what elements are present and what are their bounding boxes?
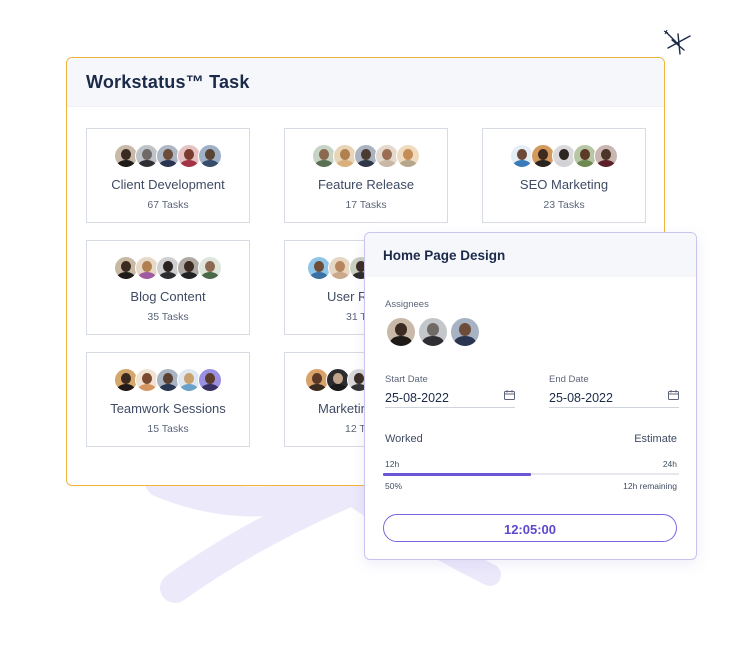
end-date-value[interactable]: 25-08-2022 — [549, 391, 679, 405]
progress-bar — [383, 472, 679, 476]
sparkle-icon — [663, 29, 691, 55]
card-task-count: 23 Tasks — [543, 199, 585, 211]
avatar[interactable] — [418, 317, 448, 347]
start-date-field[interactable]: Start Date 25-08-2022 — [385, 374, 515, 408]
card-avatars — [285, 144, 447, 168]
estimate-hours: 24h — [662, 459, 677, 469]
estimate-label: Estimate — [634, 433, 677, 445]
progress-fill — [383, 472, 531, 476]
card-avatars — [87, 144, 249, 168]
task-card-seo-marketing[interactable]: SEO Marketing 23 Tasks — [482, 128, 646, 223]
card-avatars — [483, 144, 645, 168]
assignee-avatars — [384, 317, 480, 347]
avatar[interactable] — [450, 317, 480, 347]
card-name: Feature Release — [317, 177, 415, 192]
card-name: Blog Content — [130, 289, 206, 304]
task-card-blog-content[interactable]: Blog Content 35 Tasks — [86, 240, 250, 335]
card-task-count: 35 Tasks — [147, 311, 189, 323]
popup-header: Home Page Design — [365, 233, 696, 277]
avatar — [198, 144, 222, 168]
avatar — [396, 144, 420, 168]
worked-label: Worked — [385, 433, 423, 445]
card-name: Teamwork Sessions — [110, 401, 226, 416]
remaining-hours: 12h remaining — [623, 481, 677, 491]
task-detail-popup: Home Page Design Assignees Start Date 25… — [364, 232, 697, 560]
calendar-icon[interactable] — [668, 390, 679, 400]
card-task-count: 67 Tasks — [147, 199, 189, 211]
avatar — [198, 256, 222, 280]
task-card-teamwork-sessions[interactable]: Teamwork Sessions 15 Tasks — [86, 352, 250, 447]
start-date-label: Start Date — [385, 374, 428, 385]
card-name: Client Development — [111, 177, 225, 192]
end-date-field[interactable]: End Date 25-08-2022 — [549, 374, 679, 408]
card-task-count: 15 Tasks — [147, 423, 189, 435]
start-date-value[interactable]: 25-08-2022 — [385, 391, 515, 405]
worked-hours: 12h — [385, 459, 400, 469]
task-card-client-development[interactable]: Client Development 67 Tasks — [86, 128, 250, 223]
progress-percent: 50% — [385, 481, 403, 491]
card-task-count: 17 Tasks — [345, 199, 387, 211]
avatar[interactable] — [386, 317, 416, 347]
popup-title: Home Page Design — [383, 247, 506, 263]
task-panel-title: Workstatus™ Task — [86, 71, 250, 92]
card-avatars — [87, 256, 249, 280]
card-name: SEO Marketing — [519, 177, 609, 192]
task-panel-header: Workstatus™ Task — [67, 58, 664, 107]
assignees-label: Assignees — [385, 299, 429, 310]
avatar — [198, 368, 222, 392]
calendar-icon[interactable] — [504, 390, 515, 400]
avatar — [594, 144, 618, 168]
end-date-label: End Date — [549, 374, 589, 385]
card-avatars — [87, 368, 249, 392]
task-card-feature-release[interactable]: Feature Release 17 Tasks — [284, 128, 448, 223]
timer-button[interactable]: 12:05:00 — [383, 514, 677, 542]
